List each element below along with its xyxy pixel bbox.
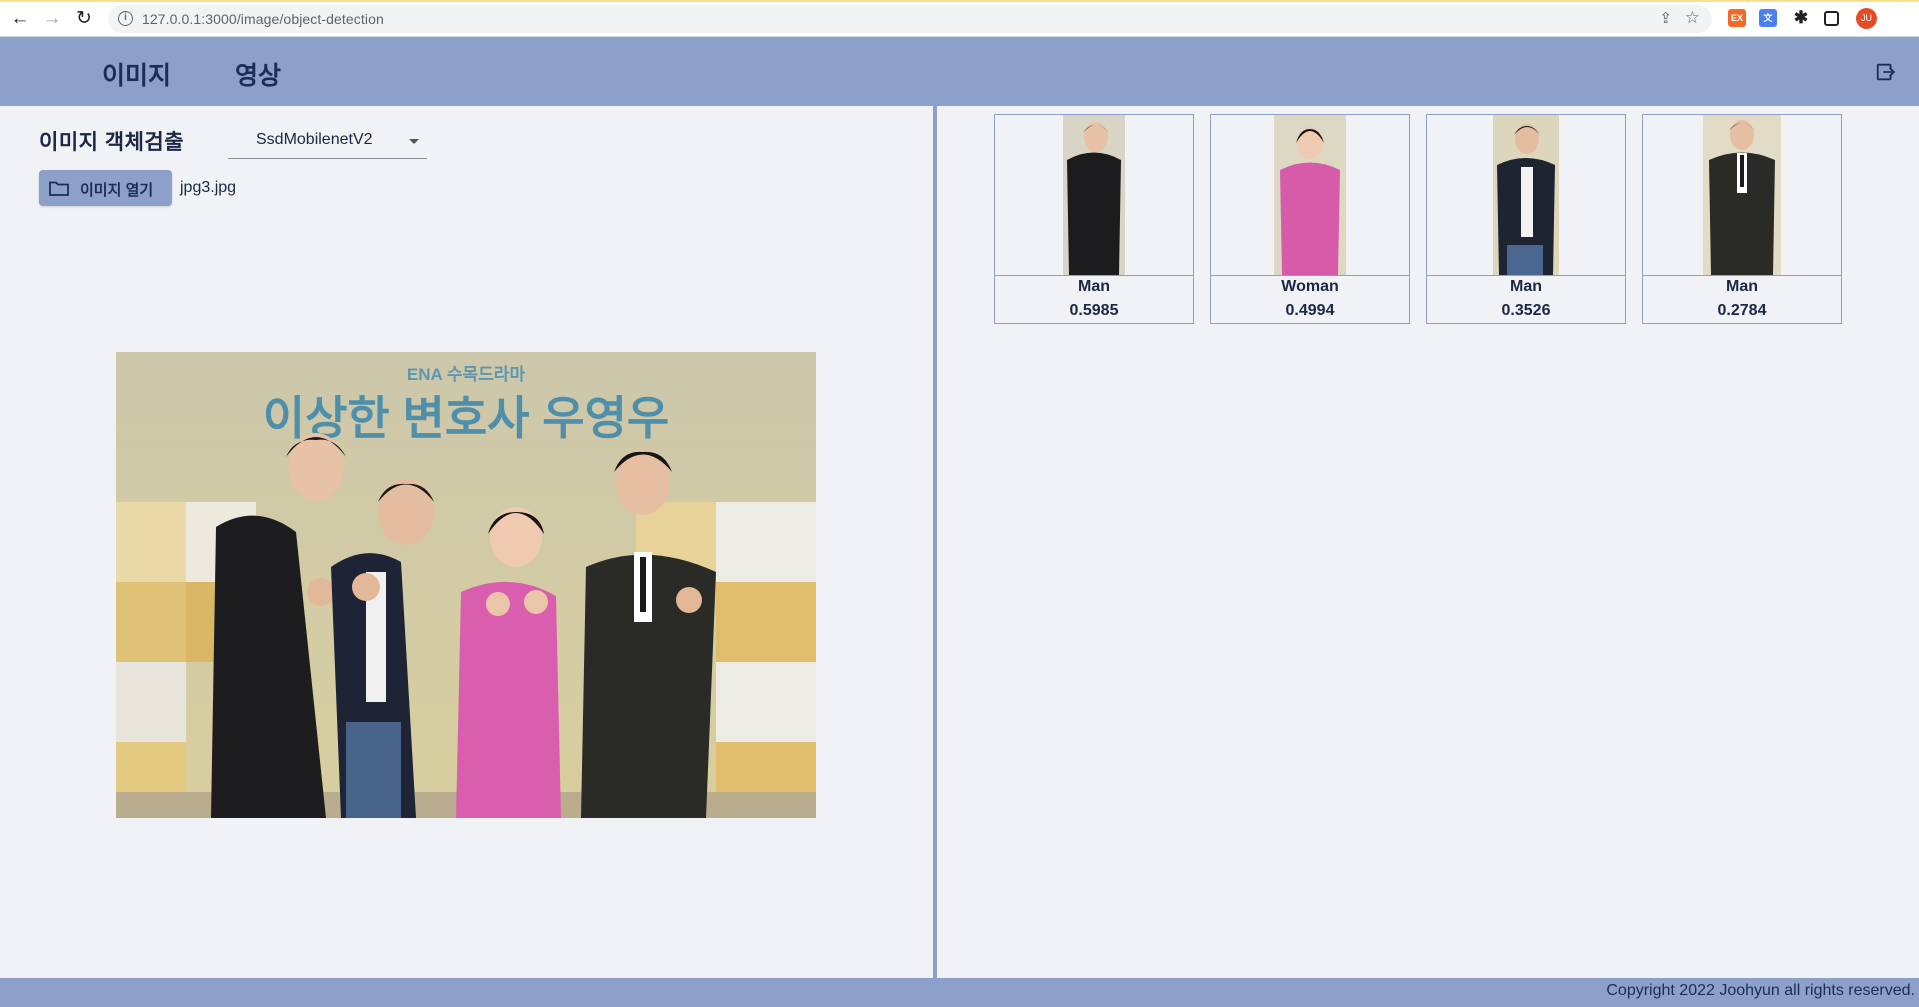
page-title: 이미지 객체검출 [39,131,185,154]
source-image: ENA 수목드라마 이상한 변호사 우영우 [116,352,816,818]
translate-extension-icon[interactable]: 文 [1759,9,1777,27]
footer: Copyright 2022 Joohyun all rights reserv… [0,978,1919,1007]
back-arrow-icon[interactable]: ← [8,7,32,31]
cropped-person-image [1493,115,1559,275]
side-panel-icon[interactable] [1824,11,1839,26]
page-load-indicator [0,0,1919,2]
cropped-person-image [1063,115,1125,275]
result-label: Woman [1281,278,1339,295]
folder-icon [49,181,69,196]
cropped-person-image [1703,115,1781,275]
reload-icon[interactable]: ↻ [72,7,96,31]
logout-icon[interactable] [1875,61,1897,83]
site-info-icon[interactable]: i [118,11,133,26]
result-card[interactable]: Man 0.5985 [994,114,1194,324]
extension-ex-icon[interactable]: EX [1728,9,1746,27]
cropped-person-image [1274,115,1346,275]
result-card[interactable]: Woman 0.4994 [1210,114,1410,324]
tab-video[interactable]: 영상 [235,56,281,92]
tab-image[interactable]: 이미지 [102,56,171,92]
result-label: Man [1726,278,1758,295]
result-label: Man [1510,278,1542,295]
selected-file-name: jpg3.jpg [180,179,237,196]
forward-arrow-icon[interactable]: → [40,7,64,31]
result-score: 0.5985 [1069,302,1119,319]
banner-brand-text: ENA 수목드라마 [407,365,526,384]
result-thumbnail [1211,115,1409,276]
address-url[interactable]: 127.0.0.1:3000/image/object-detection [142,11,384,27]
browser-toolbar: ← → ↻ i 127.0.0.1:3000/image/object-dete… [0,0,1919,37]
open-image-button-label: 이미지 열기 [80,182,154,199]
chevron-down-icon [409,139,419,144]
result-suit-shape [1067,152,1121,275]
result-score: 0.3526 [1501,302,1551,319]
pane-divider[interactable] [933,106,937,978]
bookmark-star-icon[interactable]: ☆ [1685,8,1700,28]
profile-avatar[interactable]: JU [1856,8,1877,29]
result-thumbnail [1643,115,1841,276]
result-card[interactable]: Man 0.3526 [1426,114,1626,324]
copyright-text: Copyright 2022 Joohyun all rights reserv… [1606,982,1915,999]
app-header: 이미지 영상 [0,37,1919,106]
result-thumbnail [1427,115,1625,276]
result-card[interactable]: Man 0.2784 [1642,114,1842,324]
share-icon[interactable]: ⇪ [1659,9,1672,27]
result-label: Man [1078,278,1110,295]
result-score: 0.4994 [1285,302,1335,319]
model-select[interactable]: SsdMobilenetV2 [228,122,427,159]
result-score: 0.2784 [1717,302,1767,319]
extensions-puzzle-icon[interactable]: ✱ [1792,9,1810,27]
address-bar[interactable]: i 127.0.0.1:3000/image/object-detection … [108,5,1712,33]
input-panel: 이미지 객체검출 SsdMobilenetV2 이미지 열기 jpg3.jpg [0,106,933,978]
open-image-button[interactable]: 이미지 열기 [39,170,172,206]
result-thumbnail [995,115,1193,276]
model-select-value: SsdMobilenetV2 [256,131,373,148]
